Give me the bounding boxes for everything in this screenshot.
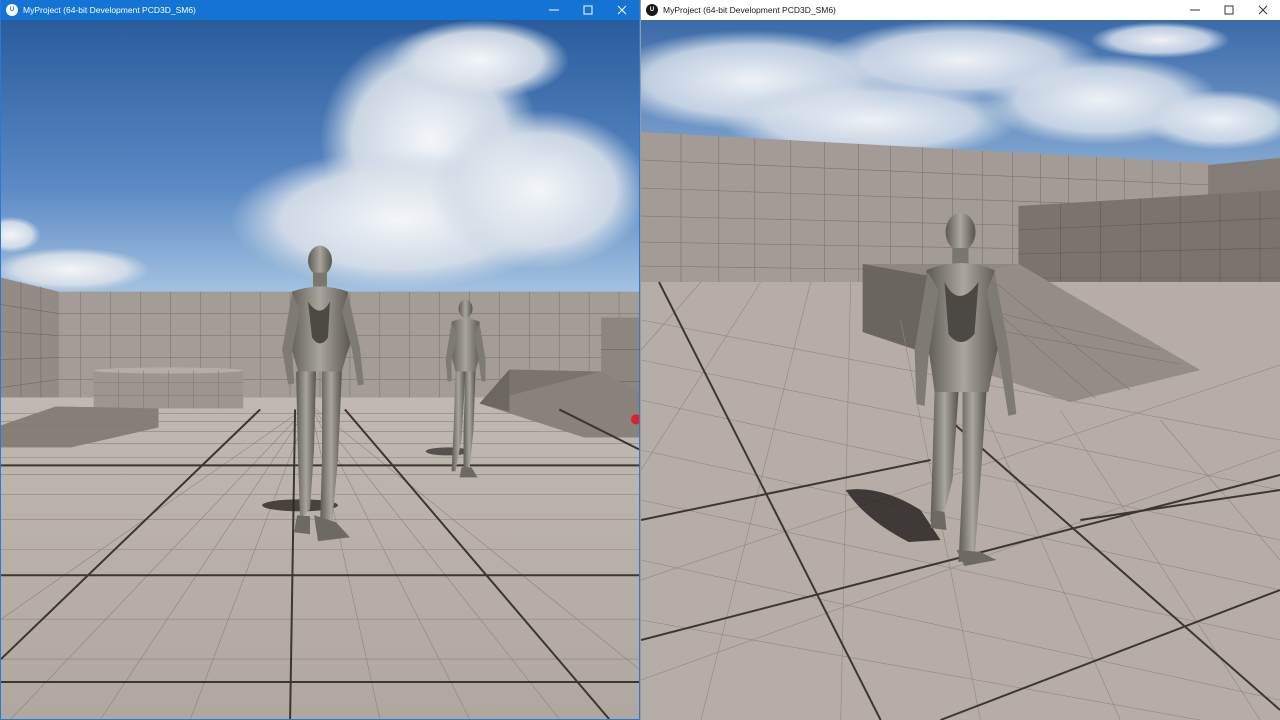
maximize-icon xyxy=(583,5,593,15)
title-bar[interactable]: U MyProject (64-bit Development PCD3D_SM… xyxy=(641,0,1280,21)
unreal-engine-icon: U xyxy=(646,4,658,16)
close-icon xyxy=(617,5,627,15)
scene-right xyxy=(641,20,1280,720)
minimize-icon xyxy=(1190,9,1200,11)
floor xyxy=(1,397,639,719)
maximize-icon xyxy=(1224,5,1234,15)
close-icon xyxy=(1258,5,1268,15)
game-window-right[interactable]: U MyProject (64-bit Development PCD3D_SM… xyxy=(640,0,1280,720)
minimize-button[interactable] xyxy=(1178,0,1212,20)
minimize-icon xyxy=(549,9,559,11)
close-button[interactable] xyxy=(1246,0,1280,20)
window-title: MyProject (64-bit Development PCD3D_SM6) xyxy=(663,5,836,15)
window-title: MyProject (64-bit Development PCD3D_SM6) xyxy=(23,5,196,15)
maximize-button[interactable] xyxy=(571,0,605,20)
maximize-button[interactable] xyxy=(1212,0,1246,20)
game-viewport[interactable] xyxy=(1,20,639,719)
title-bar[interactable]: U MyProject (64-bit Development PCD3D_SM… xyxy=(1,0,639,20)
minimize-button[interactable] xyxy=(537,0,571,20)
scene-left xyxy=(1,20,639,719)
close-button[interactable] xyxy=(605,0,639,20)
game-viewport[interactable] xyxy=(641,20,1280,720)
unreal-engine-icon: U xyxy=(6,4,18,16)
cylinder-platform xyxy=(93,367,244,409)
game-window-left[interactable]: U MyProject (64-bit Development PCD3D_SM… xyxy=(0,0,640,720)
